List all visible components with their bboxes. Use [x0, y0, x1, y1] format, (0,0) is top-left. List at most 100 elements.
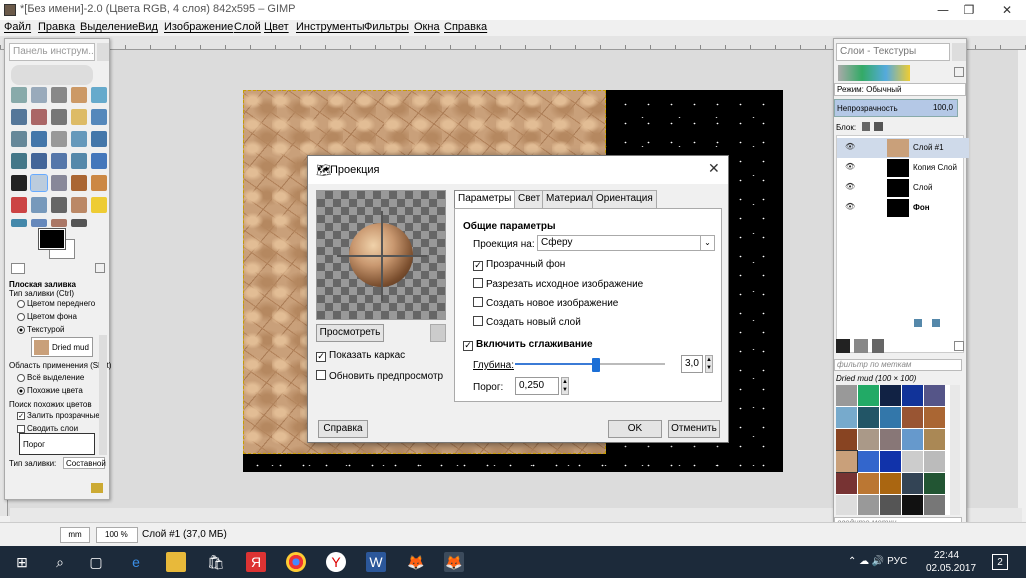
menu-help[interactable]: Справка — [444, 21, 487, 33]
align-icon[interactable] — [51, 131, 67, 147]
tile-source-checkbox[interactable]: Разрезать исходное изображение — [473, 278, 643, 290]
threshold-slider[interactable]: Порог — [19, 433, 95, 455]
fill-bg-option[interactable]: Цветом фона — [17, 312, 77, 321]
pattern-cell[interactable] — [902, 495, 923, 515]
tool-options-reset-icon[interactable] — [91, 483, 103, 493]
pattern-cell[interactable] — [880, 385, 901, 406]
perspective-icon[interactable] — [51, 153, 67, 169]
brushes-patterns-tabs[interactable] — [836, 339, 884, 353]
pattern-cell[interactable] — [924, 385, 945, 406]
menu-image[interactable]: Изображение — [164, 21, 233, 33]
preview-button[interactable]: Просмотреть — [316, 324, 384, 342]
layer-row[interactable]: 👁 Слой #1 — [837, 138, 969, 158]
menu-tools[interactable]: Инструменты — [296, 21, 365, 33]
preview-area[interactable] — [316, 190, 446, 320]
gimp-dialog-taskbar-icon[interactable]: 🦊 — [444, 552, 464, 572]
eye-icon[interactable]: 👁 — [845, 182, 855, 191]
dock-tabs-icons[interactable] — [838, 65, 910, 81]
shear-icon[interactable] — [31, 153, 47, 169]
patterns-menu-icon[interactable] — [954, 341, 964, 351]
pattern-cell[interactable] — [924, 451, 945, 472]
pattern-cell[interactable] — [836, 429, 857, 450]
yandex-browser-icon[interactable]: Y — [326, 552, 346, 572]
tab-orientation[interactable]: Ориентация — [592, 190, 657, 208]
transparent-bg-checkbox[interactable]: ✓ Прозрачный фон — [473, 259, 565, 271]
maximize-button[interactable]: ❐ — [952, 0, 986, 20]
pattern-cell[interactable] — [924, 495, 945, 515]
file-explorer-icon[interactable] — [166, 552, 186, 572]
depth-spin-arrows-icon[interactable]: ▲ ▼ — [705, 355, 713, 373]
pattern-cell[interactable] — [902, 385, 923, 406]
clock-date[interactable]: 02.05.2017 — [926, 563, 976, 574]
bucket-fill-icon[interactable] — [30, 174, 48, 192]
map-to-select[interactable]: Сферу ⌄ — [537, 235, 715, 251]
measure-icon[interactable] — [11, 131, 27, 147]
clone-icon[interactable] — [71, 197, 87, 213]
pencil-icon[interactable] — [71, 175, 87, 191]
scale-icon[interactable] — [11, 153, 27, 169]
pattern-cell[interactable] — [902, 451, 923, 472]
antialias-checkbox[interactable]: ✓ Включить сглаживание — [463, 339, 593, 351]
menu-select[interactable]: Выделение — [80, 21, 138, 33]
foreground-select-icon[interactable] — [31, 109, 47, 125]
pattern-cell[interactable] — [924, 407, 945, 428]
pattern-cell[interactable] — [836, 473, 857, 494]
pattern-filter-input[interactable]: фильтр по меткам — [834, 359, 962, 371]
auto-update-checkbox[interactable]: Обновить предпросмотр — [316, 370, 443, 382]
pattern-cell[interactable] — [880, 495, 901, 515]
opacity-slider[interactable]: Непрозрачность 100,0 — [834, 99, 958, 117]
pattern-cell[interactable] — [858, 385, 879, 406]
help-button[interactable]: Справка — [318, 420, 368, 438]
pattern-cell[interactable] — [858, 407, 879, 428]
dialog-close-icon[interactable]: ✕ — [708, 161, 720, 177]
yandex-icon[interactable]: Я — [246, 552, 266, 572]
fill-pattern-option[interactable]: Текстурой — [17, 325, 65, 334]
layers-panel-close-icon[interactable] — [952, 43, 966, 61]
color-picker-icon[interactable] — [71, 109, 87, 125]
layer-row[interactable]: 👁 Слой — [837, 178, 969, 198]
tab-light[interactable]: Свет — [514, 190, 545, 208]
area-similar-option[interactable]: Похожие цвета — [17, 386, 83, 395]
fill-type-select[interactable]: Составной — [63, 457, 106, 469]
perspective-clone-icon[interactable] — [11, 219, 27, 227]
pattern-cell[interactable] — [880, 473, 901, 494]
ellipse-select-icon[interactable] — [31, 87, 47, 103]
fill-fg-option[interactable]: Цветом переднего — [17, 299, 95, 308]
tab-material[interactable]: Материал — [542, 190, 597, 208]
airbrush-icon[interactable] — [31, 197, 47, 213]
menu-file[interactable]: Файл — [4, 21, 31, 33]
ink-icon[interactable] — [51, 197, 67, 213]
pattern-cell[interactable] — [880, 407, 901, 428]
system-tray[interactable]: ⌃ ☁ 🔊 РУС — [848, 556, 907, 567]
crop-icon[interactable] — [71, 131, 87, 147]
eye-icon[interactable]: 👁 — [845, 162, 855, 171]
text-icon[interactable] — [11, 175, 27, 191]
threshold-spin-arrows-icon[interactable]: ▲ ▼ — [561, 377, 569, 395]
pattern-cell[interactable] — [902, 473, 923, 494]
rotate-icon[interactable] — [91, 131, 107, 147]
pattern-cell[interactable] — [858, 473, 879, 494]
blur-icon[interactable] — [31, 219, 47, 227]
color-select-icon[interactable] — [91, 87, 107, 103]
layer-mode-select[interactable]: Режим: Обычный — [834, 83, 966, 96]
pattern-cell[interactable] — [858, 495, 879, 515]
menu-edit[interactable]: Правка — [38, 21, 75, 33]
ok-button[interactable]: OK — [608, 420, 662, 438]
depth-slider-handle[interactable] — [592, 358, 600, 372]
paintbrush-icon[interactable] — [91, 175, 107, 191]
fill-transparent-checkbox[interactable]: ✓ Залить прозрачные — [17, 411, 100, 420]
notifications-icon[interactable]: 2 — [992, 554, 1008, 570]
pattern-cell[interactable] — [858, 429, 879, 450]
tool-options-tab-icon[interactable] — [11, 263, 25, 274]
language-indicator[interactable]: РУС — [887, 556, 907, 567]
clock-time[interactable]: 22:44 — [934, 550, 959, 561]
fuzzy-select-icon[interactable] — [71, 87, 87, 103]
word-icon[interactable]: W — [366, 552, 386, 572]
menu-color[interactable]: Цвет — [264, 21, 289, 33]
lock-paint-icon[interactable] — [862, 122, 870, 131]
pattern-cell[interactable] — [924, 429, 945, 450]
free-select-icon[interactable] — [51, 87, 67, 103]
dock-menu-icon[interactable] — [954, 67, 964, 77]
pattern-cell[interactable] — [902, 429, 923, 450]
foreground-color-swatch[interactable] — [38, 228, 66, 250]
